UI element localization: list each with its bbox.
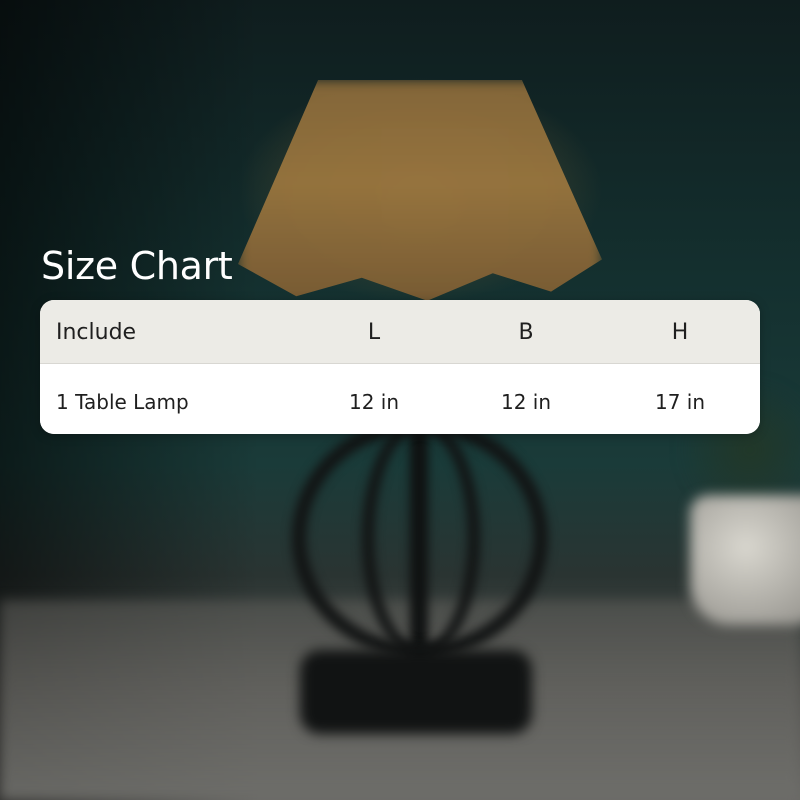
cell-include: 1 Table Lamp bbox=[56, 390, 189, 414]
table-header-row: Include L B H bbox=[40, 300, 760, 364]
cell-length: 12 in bbox=[348, 390, 400, 414]
cell-height: 17 in bbox=[654, 390, 706, 414]
size-chart-title: Size Chart bbox=[41, 244, 233, 288]
header-breadth: B bbox=[518, 320, 534, 345]
background-plant-pot bbox=[690, 495, 800, 625]
lamp-base bbox=[300, 650, 532, 734]
lamp-globe-inner-frame bbox=[362, 418, 480, 658]
header-height: H bbox=[671, 320, 689, 345]
cell-breadth: 12 in bbox=[500, 390, 552, 414]
table-row: 1 Table Lamp 12 in 12 in 17 in bbox=[40, 364, 760, 434]
size-chart-table: Include L B H 1 Table Lamp 12 in 12 in 1… bbox=[40, 300, 760, 434]
header-include: Include bbox=[56, 320, 137, 345]
lamp-shade bbox=[238, 80, 602, 301]
header-length: L bbox=[367, 320, 381, 345]
